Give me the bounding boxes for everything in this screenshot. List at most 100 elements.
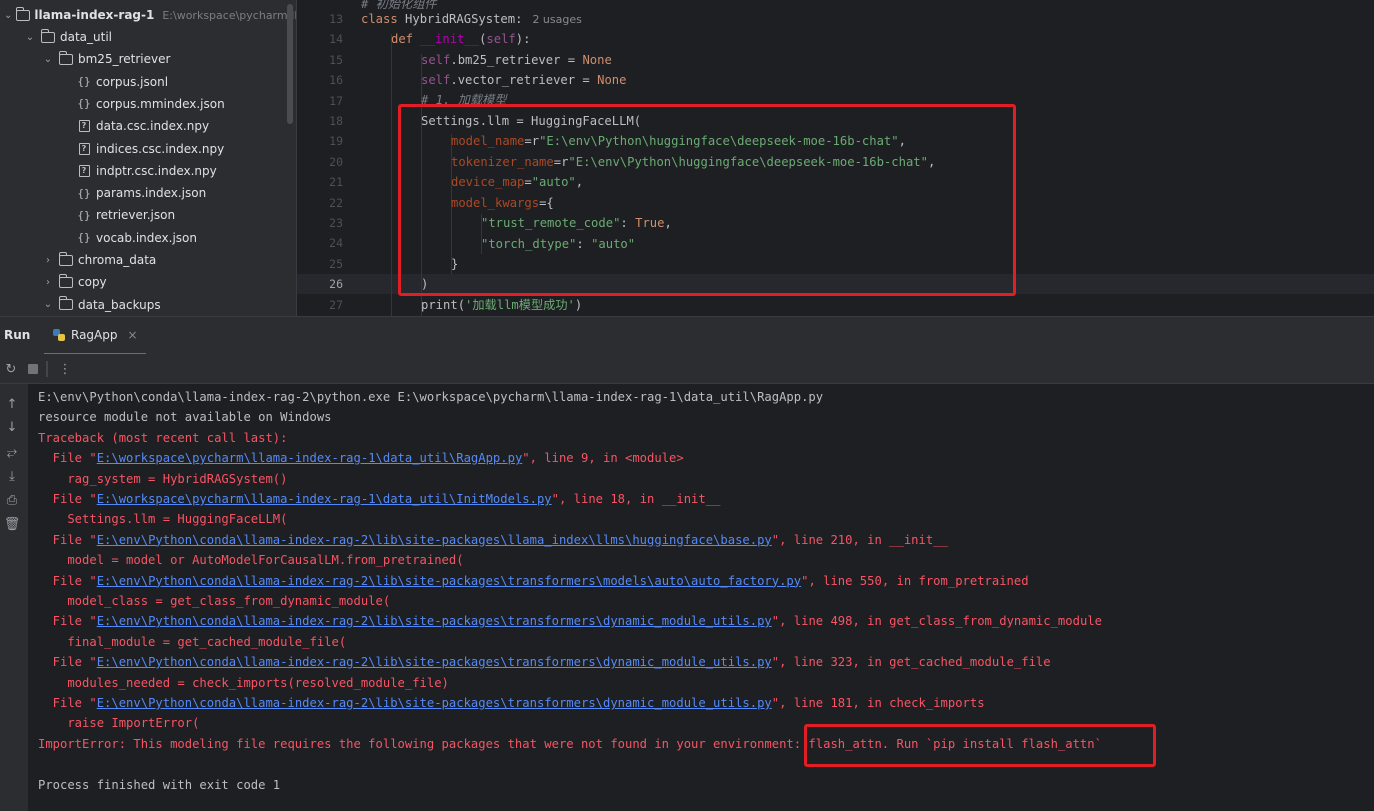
scroll-up-icon[interactable]: ↑: [2, 394, 22, 414]
more-options-icon[interactable]: ⋮: [56, 360, 74, 378]
console-line: raise ImportError(: [38, 716, 200, 731]
tree-root[interactable]: ⌄ llama-index-rag-1 E:\workspace\pycharm…: [0, 4, 296, 26]
tree-item-label: indptr.csc.index.npy: [96, 163, 217, 178]
code-line-print: print('加载llm模型成功'): [421, 298, 583, 312]
traceback-prefix: File ": [38, 532, 97, 547]
code-line-bm25: self.bm25_retriever = None: [421, 53, 612, 67]
console-line: modules_needed = check_imports(resolved_…: [38, 675, 449, 690]
code-line-vector: self.vector_retriever = None: [421, 73, 627, 87]
tree-item[interactable]: ›{}corpus.mmindex.json: [0, 93, 296, 115]
traceback-file-link[interactable]: E:\env\Python\conda\llama-index-rag-2\li…: [97, 696, 772, 710]
tree-item[interactable]: › chroma_data: [0, 249, 296, 271]
line-number[interactable]: 26: [297, 274, 343, 294]
chevron-down-icon[interactable]: ⌄: [42, 299, 54, 310]
traceback-file-link[interactable]: E:\env\Python\conda\llama-index-rag-2\li…: [97, 574, 801, 588]
console-line: model_class = get_class_from_dynamic_mod…: [38, 594, 391, 608]
close-icon[interactable]: ×: [128, 328, 138, 342]
annotation-box-error: [804, 724, 1156, 767]
tree-item[interactable]: ›{}vocab.index.json: [0, 227, 296, 249]
traceback-location: ", line 181, in check_imports: [771, 696, 985, 710]
chevron-right-icon[interactable]: ›: [42, 255, 54, 266]
line-number[interactable]: 19: [297, 131, 343, 151]
print-icon[interactable]: ⎙: [2, 490, 22, 510]
tree-item[interactable]: ›?data.csc.index.npy: [0, 115, 296, 137]
line-number[interactable]: 13: [297, 9, 343, 29]
run-tool-header: Run RagApp ×: [0, 316, 1374, 355]
line-number[interactable]: 17: [297, 91, 343, 111]
line-number[interactable]: 16: [297, 70, 343, 90]
tree-item[interactable]: ›{}corpus.jsonl: [0, 71, 296, 93]
scroll-down-icon[interactable]: ↓: [2, 417, 22, 437]
traceback-prefix: File ": [38, 492, 97, 506]
tree-item-label: bm25_retriever: [78, 52, 171, 67]
toolbar-divider: [46, 361, 48, 377]
code-editor[interactable]: 13 14 15 16 17 18 19 20 21 22 23 24 25 26 27 # 初始化组件 c…: [296, 0, 1374, 316]
tree-item[interactable]: ⌄ data_backups: [0, 294, 296, 316]
traceback-prefix: File ": [38, 573, 97, 588]
stop-icon[interactable]: [24, 360, 42, 378]
json-file-icon: {}: [77, 231, 91, 245]
tree-item[interactable]: ›{}retriever.json: [0, 204, 296, 226]
tree-item[interactable]: ⌄ data_util: [0, 26, 296, 48]
console-line: File "E:\workspace\pycharm\llama-index-r…: [38, 489, 721, 509]
tree-item[interactable]: ⌄ bm25_retriever: [0, 48, 296, 70]
json-file-icon: {}: [77, 208, 91, 222]
json-file-icon: {}: [77, 186, 91, 200]
unknown-file-icon: ?: [76, 164, 92, 178]
line-number[interactable]: 23: [297, 213, 343, 233]
usages-hint[interactable]: 2 usages: [532, 13, 581, 26]
console-line: File "E:\workspace\pycharm\llama-index-r…: [38, 448, 684, 468]
python-icon: [53, 329, 65, 341]
traceback-prefix: File ": [38, 451, 97, 466]
console-line: rag_system = HybridRAGSystem(): [38, 471, 288, 486]
folder-icon: [58, 50, 74, 66]
chevron-down-icon[interactable]: ⌄: [24, 32, 36, 43]
clear-trash-icon[interactable]: 🗑: [2, 514, 22, 534]
annotation-box-code: [398, 104, 1016, 296]
soft-wrap-icon[interactable]: ⥂: [2, 442, 22, 462]
rerun-icon[interactable]: ↻: [2, 360, 20, 378]
line-number[interactable]: 20: [297, 152, 343, 172]
tree-item-label: data_util: [60, 30, 113, 44]
tree-item-label: indices.csc.index.npy: [96, 141, 225, 156]
traceback-location: ", line 210, in __init__: [771, 532, 948, 547]
tree-item[interactable]: ›?indices.csc.index.npy: [0, 138, 296, 160]
scroll-to-end-icon[interactable]: ⤓: [2, 466, 22, 486]
tree-item[interactable]: ›{}params.index.json: [0, 182, 296, 204]
traceback-location: ", line 323, in get_cached_module_file: [771, 655, 1051, 670]
chevron-down-icon[interactable]: ⌄: [4, 10, 12, 21]
run-console-output[interactable]: E:\env\Python\conda\llama-index-rag-2\py…: [28, 384, 1374, 811]
chevron-down-icon[interactable]: ⌄: [42, 54, 54, 65]
project-path: E:\workspace\pycharm\llam: [162, 8, 296, 22]
tree-item-label: corpus.mmindex.json: [96, 96, 225, 111]
line-number[interactable]: 21: [297, 172, 343, 192]
folder-icon: [16, 6, 31, 22]
traceback-prefix: File ": [38, 696, 97, 710]
traceback-file-link[interactable]: E:\workspace\pycharm\llama-index-rag-1\d…: [97, 451, 523, 465]
tree-item[interactable]: ›?indptr.csc.index.npy: [0, 160, 296, 182]
line-number[interactable]: 15: [297, 50, 343, 70]
run-tab-ragapp[interactable]: RagApp ×: [44, 317, 146, 355]
folder-icon: [58, 251, 74, 267]
code-line-def: def __init__(self):: [391, 32, 531, 46]
tree-item-label: retriever.json: [96, 208, 176, 223]
line-number[interactable]: 24: [297, 233, 343, 253]
run-panel-title: Run: [4, 328, 31, 342]
console-line: Settings.llm = HuggingFaceLLM(: [38, 512, 288, 527]
chevron-right-icon[interactable]: ›: [42, 277, 54, 288]
tree-item-label: data.csc.index.npy: [96, 119, 210, 134]
line-number[interactable]: 27: [297, 295, 343, 315]
line-number[interactable]: 22: [297, 193, 343, 213]
tree-item-label: copy: [78, 275, 107, 290]
traceback-location: ", line 550, in from_pretrained: [801, 573, 1029, 588]
traceback-file-link[interactable]: E:\env\Python\conda\llama-index-rag-2\li…: [97, 614, 772, 628]
traceback-file-link[interactable]: E:\env\Python\conda\llama-index-rag-2\li…: [97, 655, 772, 669]
tree-scrollbar[interactable]: [287, 4, 293, 124]
traceback-file-link[interactable]: E:\workspace\pycharm\llama-index-rag-1\d…: [97, 492, 552, 506]
line-number[interactable]: 14: [297, 29, 343, 49]
tree-item[interactable]: › copy: [0, 271, 296, 293]
line-number[interactable]: 18: [297, 111, 343, 131]
traceback-file-link[interactable]: E:\env\Python\conda\llama-index-rag-2\li…: [97, 533, 772, 547]
line-number[interactable]: 25: [297, 254, 343, 274]
console-side-toolbar: ↑ ↓ ⥂ ⤓ ⎙ 🗑: [0, 384, 28, 811]
